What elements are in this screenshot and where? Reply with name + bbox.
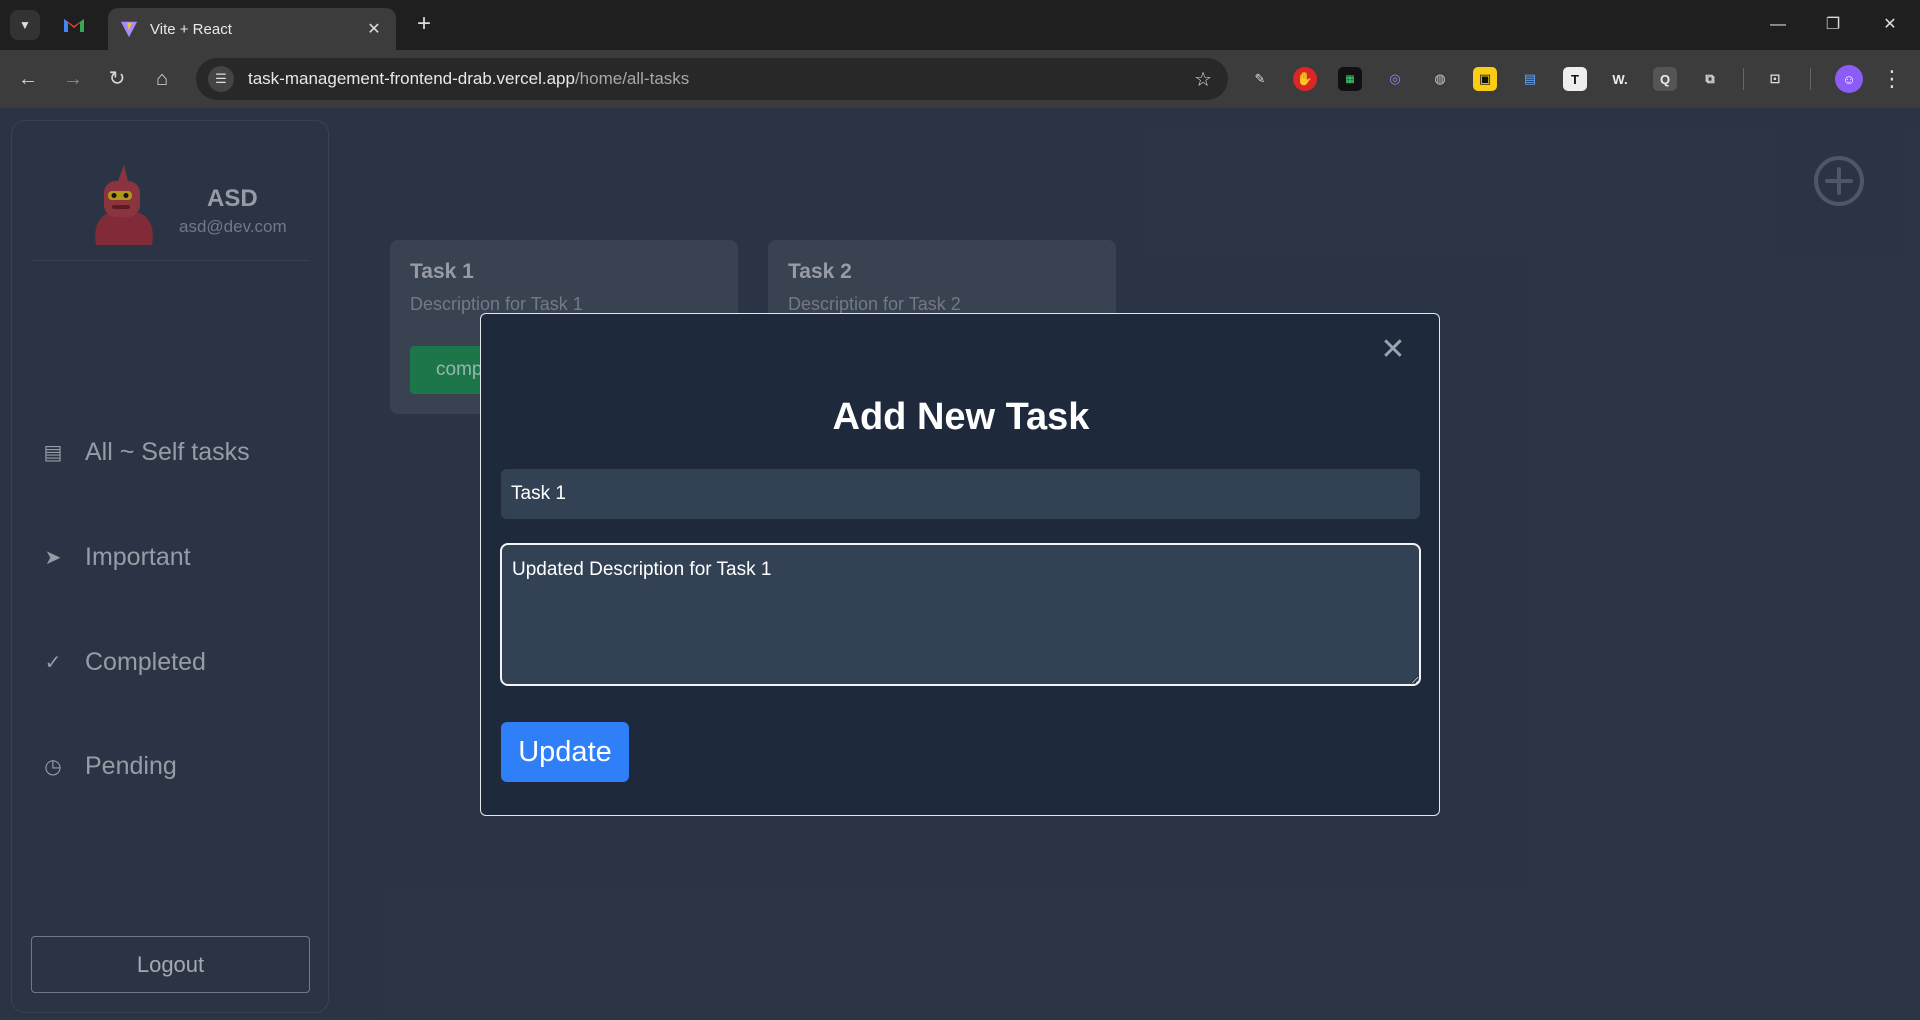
task-modal: ✕ Add New Task Updated Description for T… (480, 313, 1440, 816)
profile-avatar-icon[interactable]: ☺ (1835, 65, 1863, 93)
toolbar-separator (1743, 68, 1744, 90)
minimize-icon[interactable]: — (1758, 10, 1798, 40)
spiral-extension-icon[interactable]: ◎ (1383, 67, 1407, 91)
yellow-extension-icon[interactable]: ▣ (1473, 67, 1497, 91)
extensions-puzzle-icon[interactable]: ⧉ (1698, 67, 1722, 91)
browser-toolbar: ← → ↻ ⌂ ☰ task-management-frontend-drab.… (0, 50, 1920, 108)
wordtune-extension-icon[interactable]: W. (1608, 67, 1632, 91)
close-icon[interactable]: ✕ (1377, 334, 1409, 366)
url-text: task-management-frontend-drab.vercel.app… (248, 69, 689, 89)
new-tab-plus-icon[interactable]: + (410, 11, 438, 39)
q-extension-icon[interactable]: Q (1653, 67, 1677, 91)
dev-extension-icon[interactable]: ▦ (1338, 67, 1362, 91)
update-button[interactable]: Update (501, 722, 629, 782)
url-host: task-management-frontend-drab.vercel.app (248, 69, 575, 88)
tab-close-icon[interactable]: ✕ (364, 19, 384, 39)
gmail-tab-icon[interactable] (60, 14, 88, 36)
restore-icon[interactable]: ❐ (1813, 10, 1853, 40)
url-path: /home/all-tasks (574, 69, 690, 88)
forward-arrow-icon[interactable]: → (57, 63, 89, 95)
modal-title: Add New Task (832, 396, 1090, 438)
eyedropper-extension-icon[interactable]: ✎ (1248, 67, 1272, 91)
browser-tab-bar: ▼ Vite + React ✕ + — ❐ ✕ (0, 0, 1920, 50)
address-bar[interactable]: ☰ task-management-frontend-drab.vercel.a… (196, 58, 1228, 100)
site-info-icon[interactable]: ☰ (208, 66, 234, 92)
window-close-icon[interactable]: ✕ (1870, 10, 1910, 40)
tab-vite-react[interactable]: Vite + React ✕ (108, 8, 396, 50)
vite-logo-icon (120, 21, 138, 38)
task-description-textarea[interactable]: Updated Description for Task 1 (500, 543, 1421, 686)
browser-menu-icon[interactable]: ⋮ (1880, 64, 1904, 94)
tab-search-icon[interactable]: ▼ (10, 10, 40, 40)
screen-capture-icon[interactable]: ⊡ (1763, 67, 1787, 91)
globe-extension-icon[interactable]: ◍ (1428, 67, 1452, 91)
tab-title: Vite + React (150, 20, 232, 38)
bookmark-star-icon[interactable]: ☆ (1194, 67, 1212, 92)
adblock-extension-icon[interactable]: ✋ (1293, 67, 1317, 91)
home-icon[interactable]: ⌂ (146, 63, 178, 95)
back-arrow-icon[interactable]: ← (12, 63, 44, 95)
files-extension-icon[interactable]: ▤ (1518, 67, 1542, 91)
reload-icon[interactable]: ↻ (101, 63, 133, 95)
toolbar-separator (1810, 68, 1811, 90)
task-title-input[interactable] (501, 469, 1420, 519)
notes-extension-icon[interactable]: T (1563, 67, 1587, 91)
